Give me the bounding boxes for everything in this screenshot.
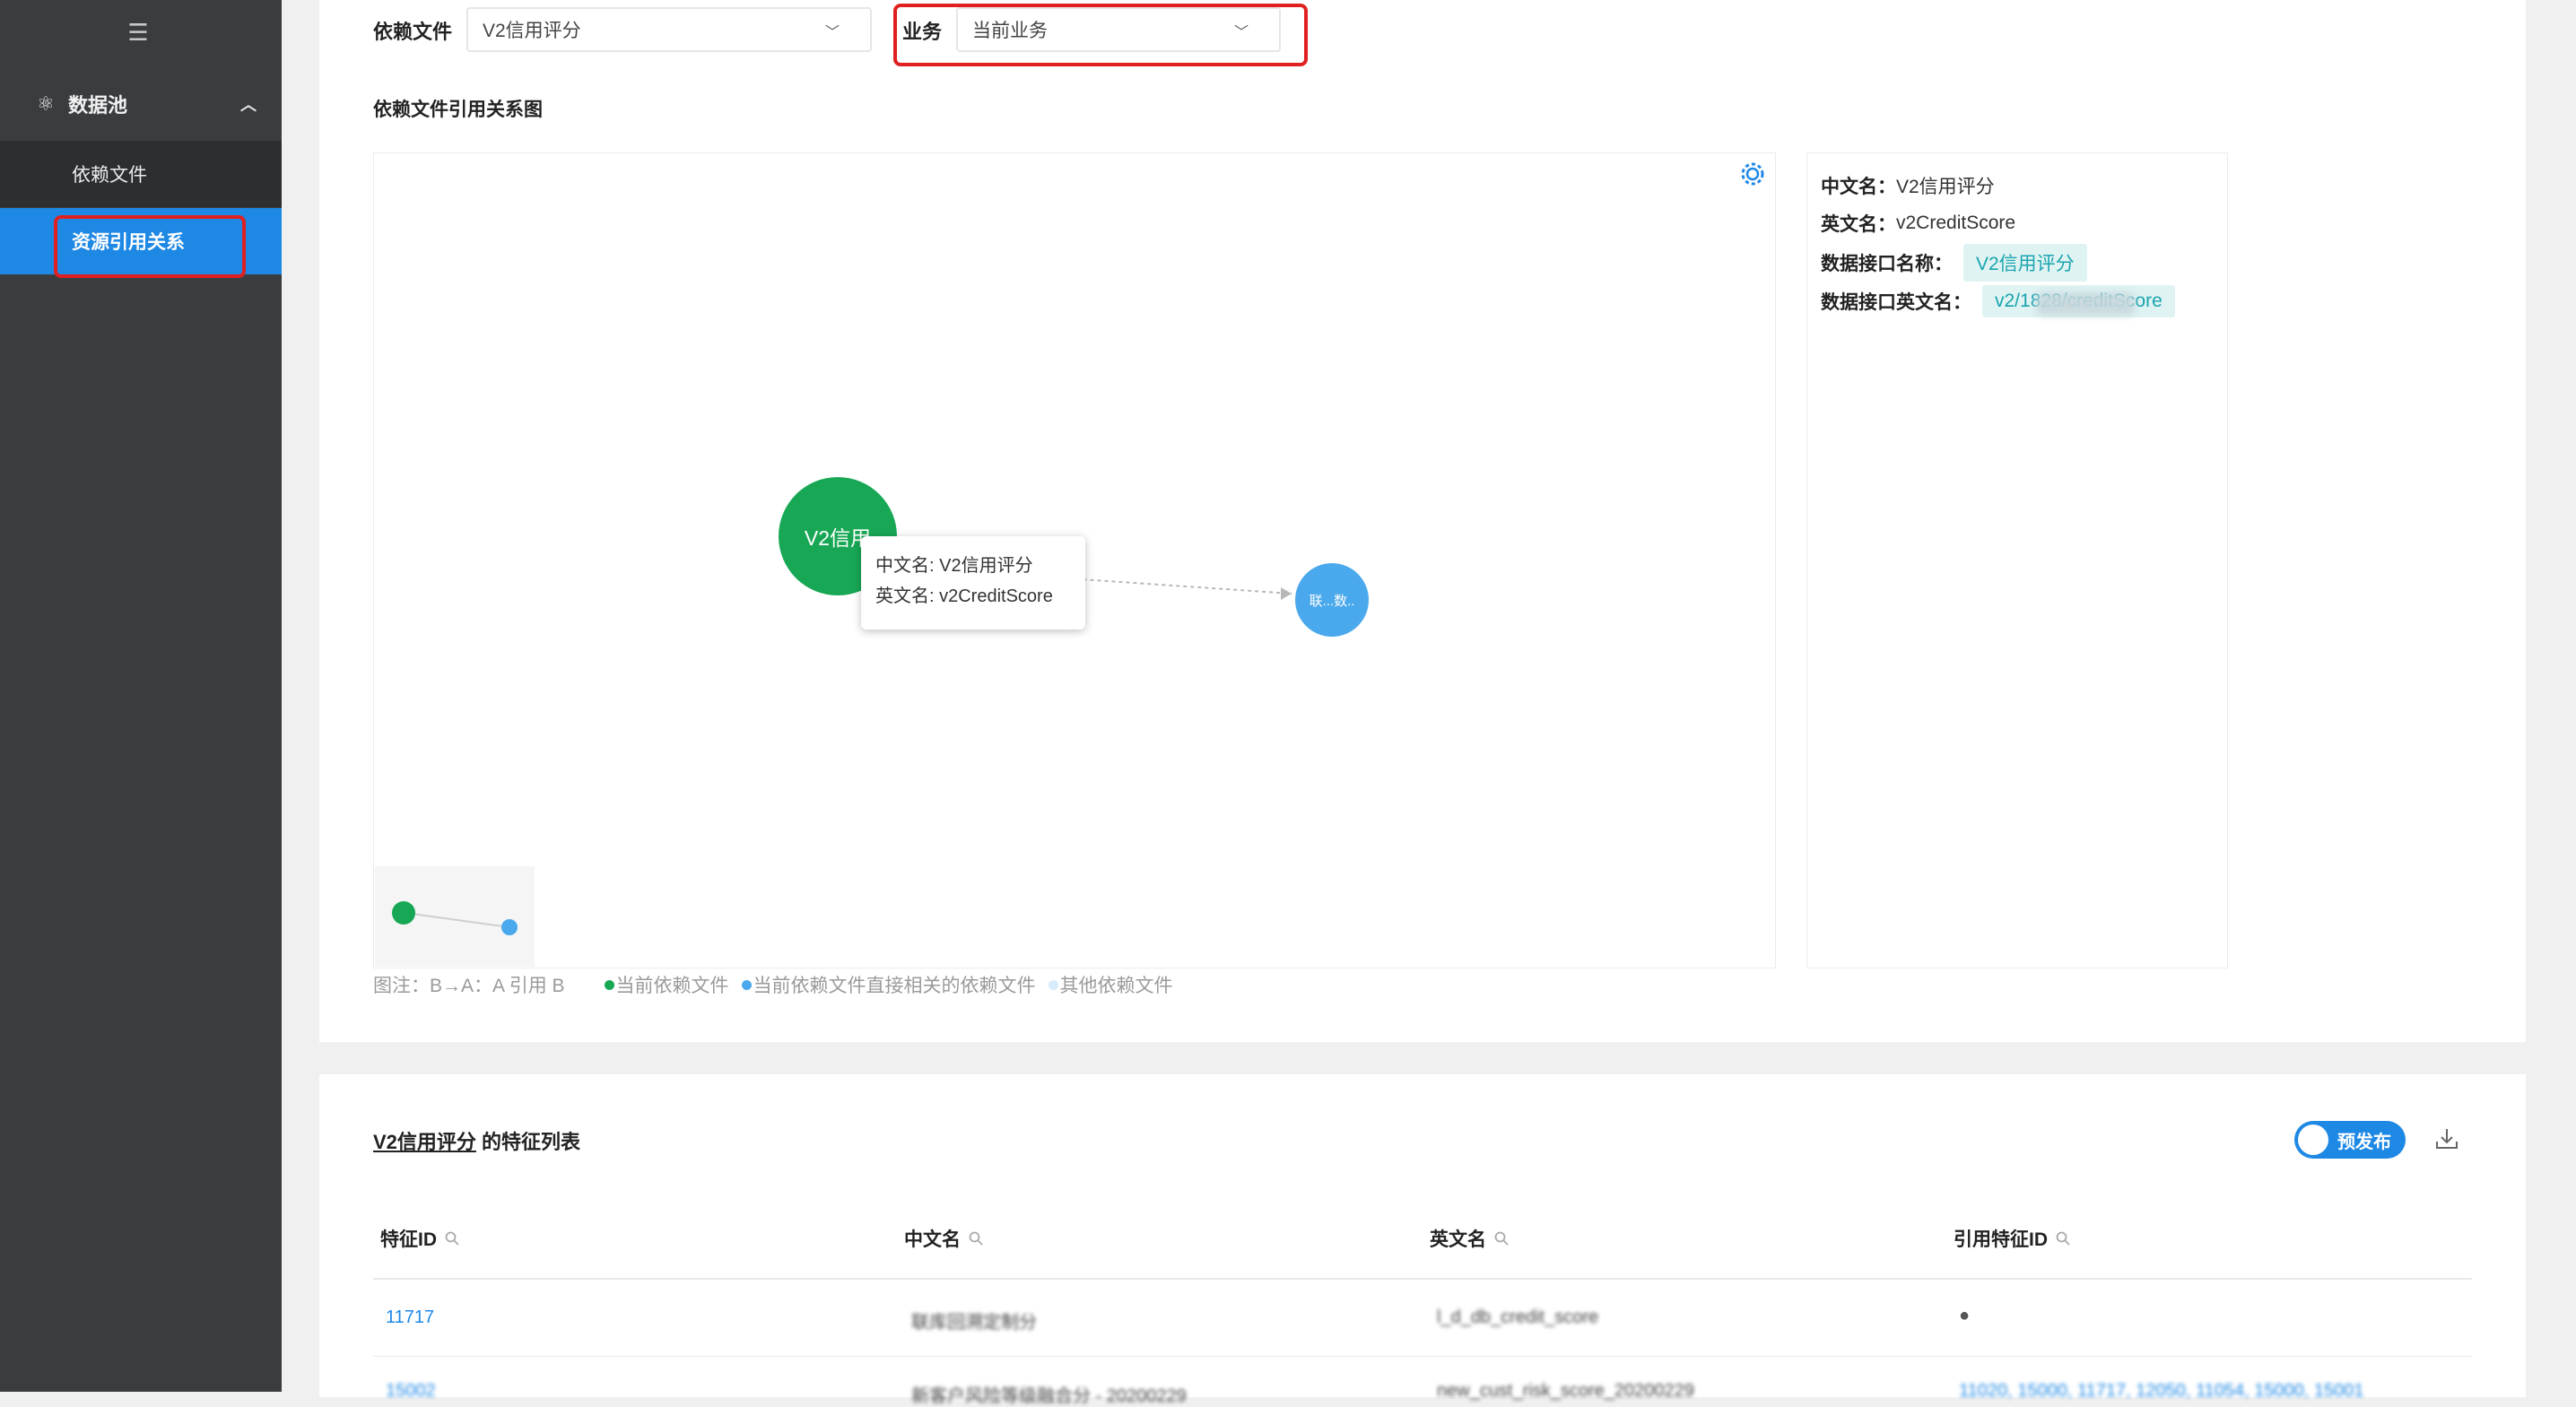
row-cn-name: 联库回溯定制分 xyxy=(911,1313,1037,1333)
search-icon[interactable] xyxy=(2055,1230,2071,1246)
table-header-divider xyxy=(373,1278,2472,1280)
row-feature-id[interactable]: 11717 xyxy=(386,1307,434,1328)
search-icon[interactable] xyxy=(444,1230,460,1246)
dep-file-select[interactable]: V2信用评分 ﹀ xyxy=(466,7,872,52)
column-header-label: 中文名 xyxy=(904,1229,961,1250)
column-header-cn-name[interactable]: 中文名 xyxy=(904,1225,984,1252)
column-header-en-name[interactable]: 英文名 xyxy=(1430,1225,1510,1252)
detail-api-name-row: 数据接口名称： V2信用评分 xyxy=(1821,244,2087,282)
table-row-divider xyxy=(373,1356,2472,1357)
dep-file-label: 依赖文件 xyxy=(373,21,453,43)
node-tooltip: 中文名: V2信用评分 英文名: v2CreditScore xyxy=(861,536,1085,630)
sidebar-item-label: 依赖文件 xyxy=(72,165,147,186)
sidebar-group-data-pool[interactable]: ⚛ 数据池 ︿ xyxy=(0,79,282,129)
graph-minimap[interactable] xyxy=(375,866,535,967)
search-icon[interactable] xyxy=(1493,1230,1510,1246)
search-icon[interactable] xyxy=(968,1230,984,1246)
sidebar-group-label: 数据池 xyxy=(68,94,128,117)
detail-cn-value: V2信用评分 xyxy=(1896,177,1995,197)
row-cn-name: 新客户风险等级融合分 - 20200229 xyxy=(911,1386,1187,1406)
data-pool-icon: ⚛ xyxy=(37,92,55,115)
legend-note: 图注：B→A：A 引用 B xyxy=(373,976,565,996)
legend-current: 当前依赖文件 xyxy=(615,976,729,996)
detail-api-name-key: 数据接口名称： xyxy=(1821,254,1953,274)
legend-other: 其他依赖文件 xyxy=(1059,976,1173,996)
column-header-label: 引用特征ID xyxy=(1954,1229,2048,1250)
feature-list-title-suffix: 的特征列表 xyxy=(475,1131,581,1153)
feature-list-title-link[interactable]: V2信用评分 xyxy=(373,1131,476,1153)
toggle-label: 预发布 xyxy=(2337,1132,2391,1152)
column-header-feature-id[interactable]: 特征ID xyxy=(380,1225,460,1252)
row-en-name: l_d_db_credit_score xyxy=(1437,1307,1599,1327)
legend-dot-other xyxy=(1048,979,1058,990)
toggle-knob xyxy=(2298,1125,2328,1155)
dep-file-select-value: V2信用评分 xyxy=(483,21,581,41)
tooltip-cn-name: 中文名: V2信用评分 xyxy=(875,556,1033,576)
feature-list-card xyxy=(319,1074,2526,1397)
row-ref-ids: ● xyxy=(1959,1306,1971,1325)
menu-fold-icon[interactable]: ☰ xyxy=(126,20,151,45)
minimap-drawing xyxy=(392,901,518,935)
chevron-down-icon: ﹀ xyxy=(824,25,840,40)
column-header-ref-feature-id[interactable]: 引用特征ID xyxy=(1954,1225,2071,1252)
detail-en-row: 英文名： v2CreditScore xyxy=(1821,210,2015,237)
detail-api-name-tag: V2信用评分 xyxy=(1963,244,2087,282)
highlight-box-business xyxy=(893,4,1308,66)
column-header-label: 特征ID xyxy=(380,1229,437,1250)
column-header-label: 英文名 xyxy=(1430,1229,1486,1250)
graph-title: 依赖文件引用关系图 xyxy=(373,100,543,120)
redaction-blur xyxy=(2036,292,2135,316)
chevron-up-icon: ︿ xyxy=(240,96,257,114)
tooltip-en-name: 英文名: v2CreditScore xyxy=(875,586,1053,606)
detail-en-value: v2CreditScore xyxy=(1896,213,2016,233)
detail-en-key: 英文名： xyxy=(1821,214,1896,235)
sidebar-item-dependency-files[interactable]: 依赖文件 xyxy=(0,141,282,207)
sidebar: ☰ ⚛ 数据池 ︿ 依赖文件 资源引用关系 xyxy=(0,0,282,1392)
legend-dot-direct xyxy=(741,979,752,990)
detail-cn-row: 中文名： V2信用评分 xyxy=(1821,172,1995,199)
detail-api-en-key: 数据接口英文名： xyxy=(1821,292,1971,313)
feature-list-title: V2信用评分 的特征列表 xyxy=(373,1126,580,1155)
prerelease-toggle[interactable]: 预发布 xyxy=(2294,1121,2406,1159)
detail-cn-key: 中文名： xyxy=(1821,177,1896,197)
gear-icon[interactable] xyxy=(1738,160,1767,188)
legend-dot-current xyxy=(604,979,614,990)
graph-legend: 图注：B→A：A 引用 B 当前依赖文件 当前依赖文件直接相关的依赖文件 其他依… xyxy=(373,971,1173,998)
download-icon[interactable] xyxy=(2432,1125,2461,1153)
legend-direct: 当前依赖文件直接相关的依赖文件 xyxy=(753,976,1036,996)
graph-node-related[interactable]: 联...数.. xyxy=(1295,563,1369,637)
highlight-box-sidebar xyxy=(54,215,246,278)
